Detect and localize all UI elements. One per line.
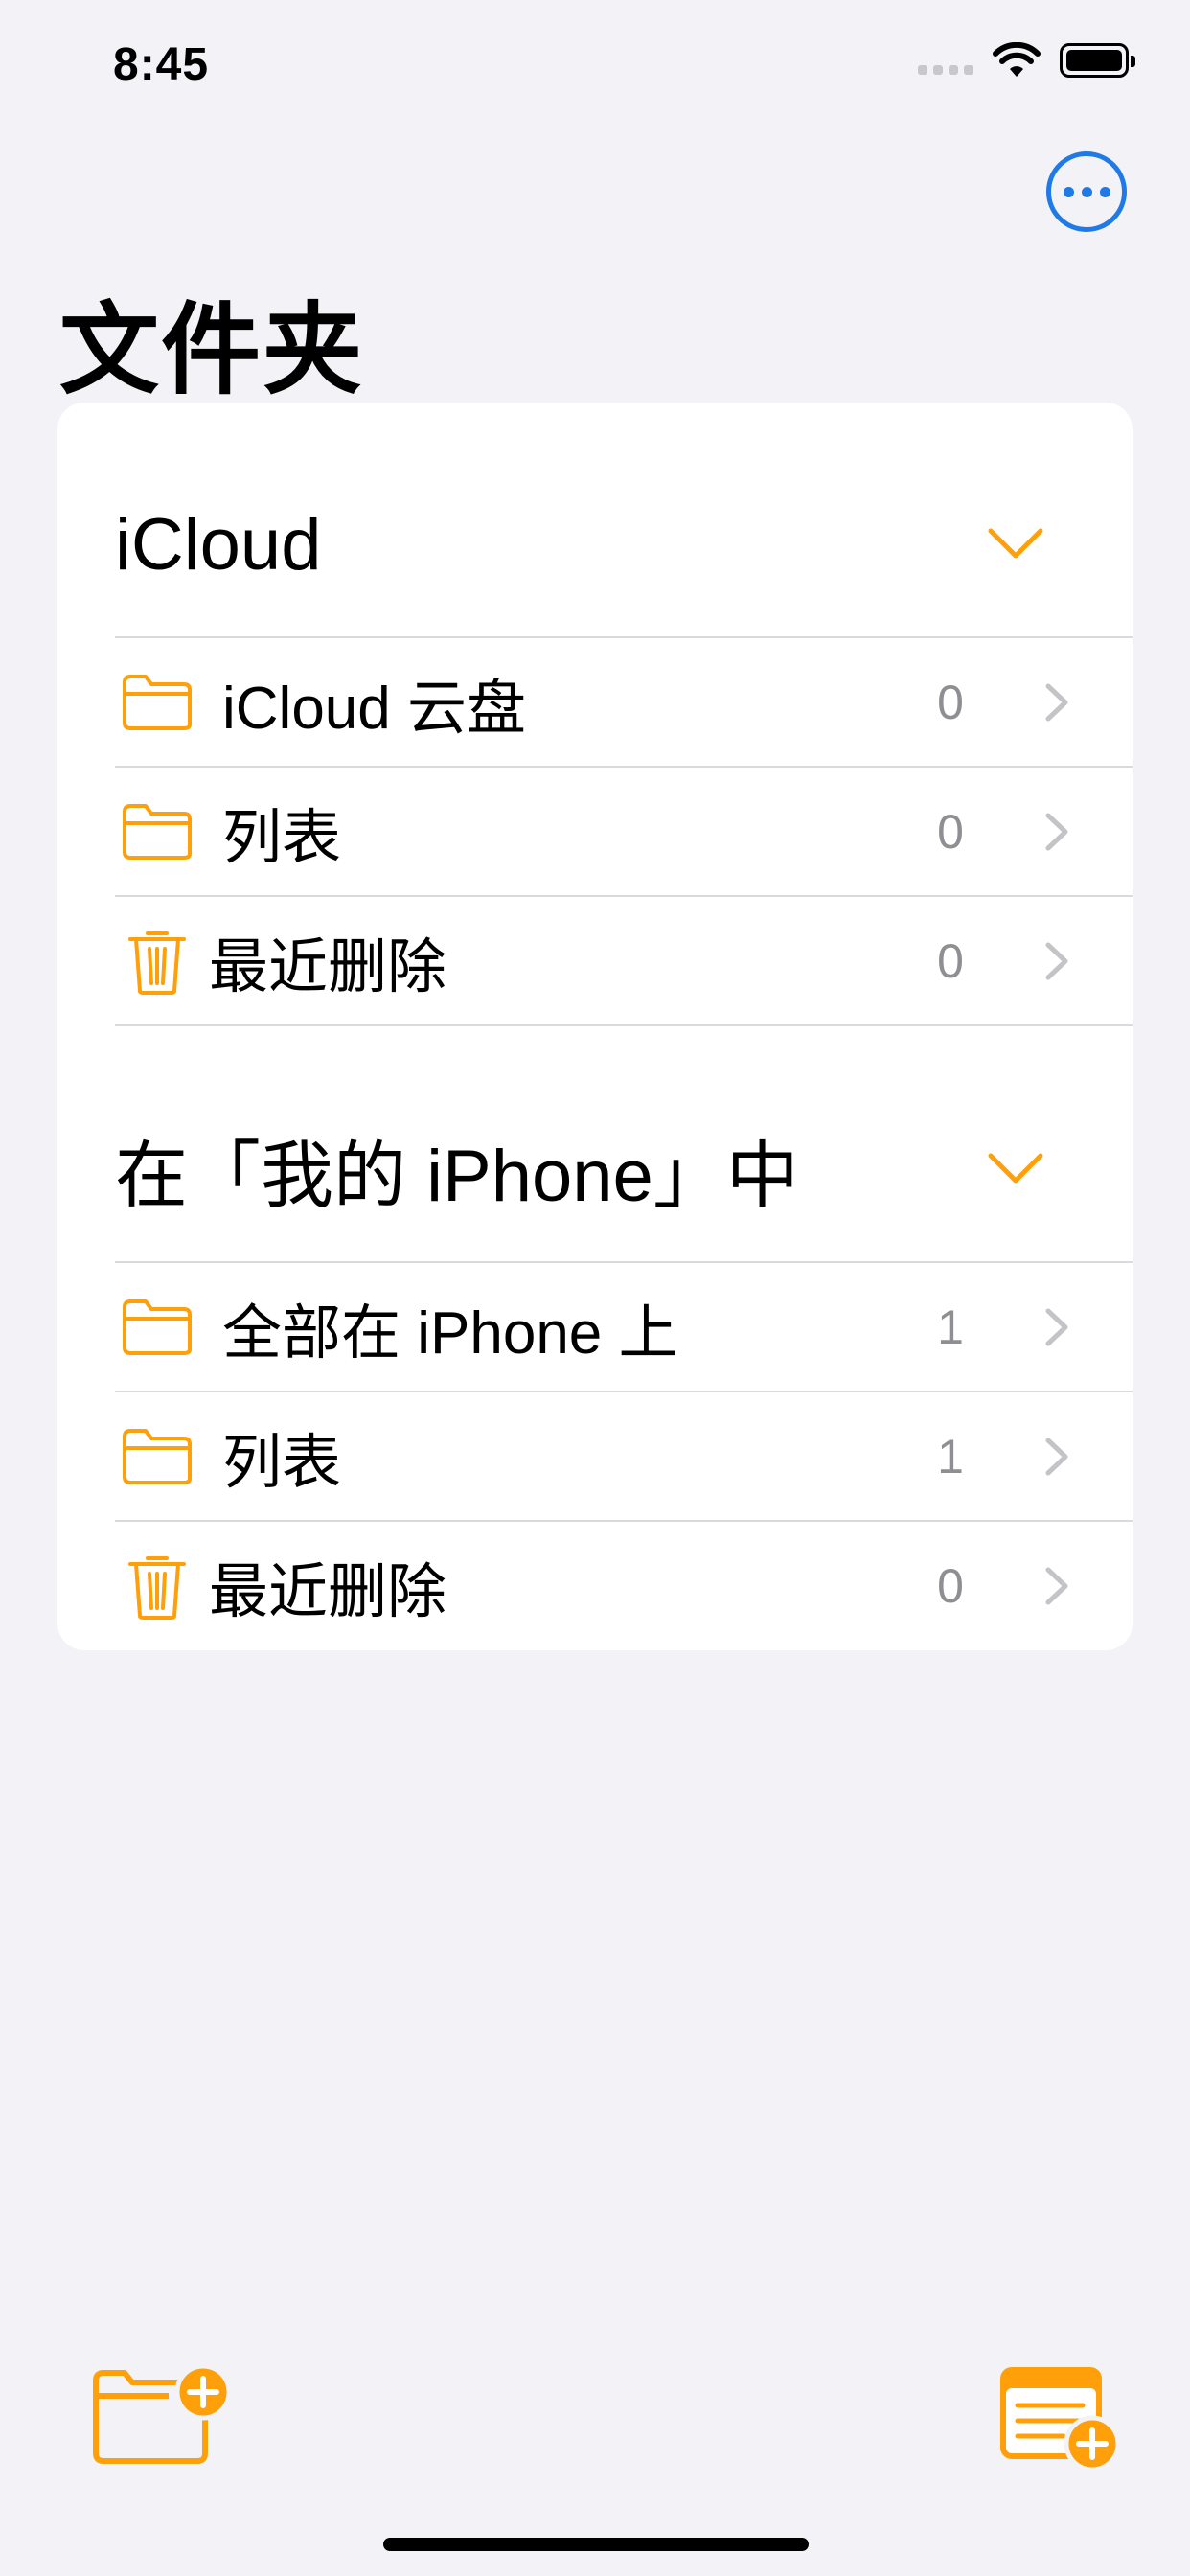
- row-count: 0: [937, 804, 964, 859]
- row-label: 列表: [222, 1429, 342, 1496]
- row-count: 0: [937, 933, 964, 988]
- new-folder-button[interactable]: [92, 2365, 232, 2465]
- folder-row-recently-deleted[interactable]: 最近删除 0: [115, 895, 1133, 1024]
- folder-row-lists[interactable]: 列表 0: [115, 766, 1133, 895]
- new-note-button[interactable]: [996, 2363, 1121, 2472]
- section-header-icloud[interactable]: iCloud: [115, 473, 1133, 615]
- more-icon-dot: [1081, 186, 1092, 197]
- trash-icon: [119, 923, 195, 1000]
- section-divider: [115, 1024, 1133, 1026]
- section-header-on-my-iphone[interactable]: 在「我的 iPhone」中: [115, 1098, 1133, 1240]
- chevron-right-icon: [1045, 942, 1068, 979]
- status-icons: [918, 42, 1135, 79]
- chevron-right-icon: [1045, 1438, 1068, 1475]
- row-count: 0: [937, 1558, 964, 1613]
- screen: 8:45 文件夹 iCloud iCloud 云盘 0 列表 0 最近删除 0 …: [0, 0, 1190, 2576]
- folder-icon: [119, 664, 195, 741]
- trash-icon: [119, 1548, 195, 1624]
- row-count: 0: [937, 675, 964, 729]
- chevron-down-icon[interactable]: [987, 525, 1044, 564]
- more-icon-dot: [1099, 186, 1110, 197]
- home-indicator[interactable]: [383, 2538, 809, 2551]
- folder-row-lists[interactable]: 列表 1: [115, 1391, 1133, 1520]
- folder-icon: [119, 1418, 195, 1495]
- chevron-right-icon: [1045, 683, 1068, 721]
- new-note-icon: [1000, 2367, 1121, 2472]
- cellular-signal-icon: [918, 46, 973, 75]
- section-title: 在「我的 iPhone」中: [115, 1136, 799, 1217]
- row-count: 1: [937, 1300, 964, 1354]
- folder-icon: [119, 794, 195, 870]
- folder-row-icloud-drive[interactable]: iCloud 云盘 0: [115, 636, 1133, 766]
- page-title: 文件夹: [59, 295, 365, 406]
- folder-row-all-on-iphone[interactable]: 全部在 iPhone 上 1: [115, 1261, 1133, 1391]
- folder-row-recently-deleted[interactable]: 最近删除 0: [115, 1520, 1133, 1649]
- chevron-right-icon: [1045, 1308, 1068, 1346]
- row-count: 1: [937, 1429, 964, 1484]
- row-label: iCloud 云盘: [222, 675, 526, 742]
- section-title: iCloud: [115, 503, 322, 586]
- row-label: 全部在 iPhone 上: [222, 1300, 678, 1367]
- wifi-icon: [993, 42, 1041, 77]
- more-options-button[interactable]: [1046, 151, 1127, 232]
- row-label: 最近删除: [209, 933, 447, 1000]
- row-label: 列表: [222, 804, 342, 871]
- folder-icon: [119, 1289, 195, 1366]
- card-content: iCloud iCloud 云盘 0 列表 0 最近删除 0 在「我的 iPho…: [57, 402, 1133, 1650]
- battery-icon: [1060, 43, 1135, 78]
- chevron-right-icon: [1045, 1567, 1068, 1604]
- status-time: 8:45: [113, 39, 210, 90]
- row-label: 最近删除: [209, 1558, 447, 1625]
- new-folder-icon: [93, 2365, 232, 2464]
- chevron-right-icon: [1045, 813, 1068, 850]
- more-icon: [1063, 186, 1074, 197]
- chevron-down-icon[interactable]: [987, 1150, 1044, 1188]
